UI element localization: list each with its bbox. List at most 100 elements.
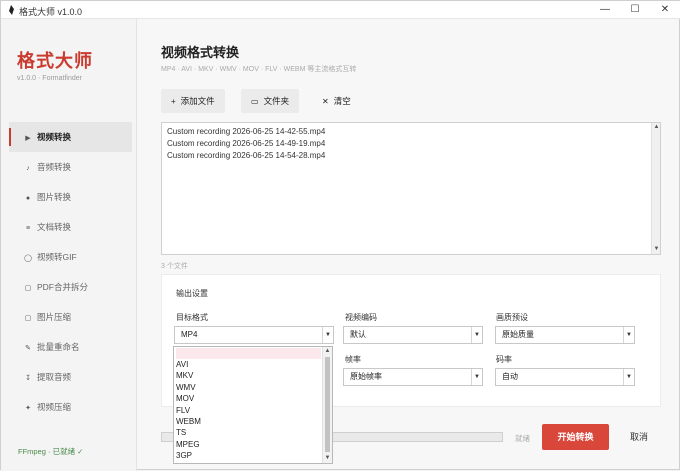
video-codec-value: 默认	[350, 330, 366, 339]
sidebar-item-label: 图片转换	[37, 192, 72, 202]
file-row[interactable]: Custom recording 2026-06-25 14-54-28.mp4	[167, 151, 325, 160]
cancel-button[interactable]: 取消	[623, 424, 655, 450]
sidebar-item[interactable]: ≡ 文档转换	[9, 212, 132, 242]
sidebar-item[interactable]: ▢ 图片压缩	[9, 302, 132, 332]
nav-icon: ●	[25, 195, 31, 202]
sidebar-item-label: 视频转换	[37, 132, 72, 142]
file-list[interactable]: Custom recording 2026-06-25 14-42-55.mp4…	[161, 122, 661, 255]
app-window: 格式大师 v1.0.0 — ☐ ✕ 格式大师 v1.0.0 · Formatfi…	[0, 0, 680, 471]
title-bar: 格式大师 v1.0.0 — ☐ ✕	[1, 1, 680, 19]
format-option[interactable]: MKV	[176, 370, 321, 381]
clear-icon: ✕	[322, 97, 329, 106]
bitrate-select[interactable]: 自动 ▼	[495, 368, 635, 386]
video-codec-label: 视频编码	[345, 313, 377, 322]
scroll-down-icon[interactable]: ▼	[652, 245, 661, 254]
sidebar-item[interactable]: ● 图片转换	[9, 182, 132, 212]
quality-preset-label: 画质预设	[496, 313, 528, 322]
target-format-dropdown[interactable]: AVI MKV WMV MOV FLV WEBM TS MPEG 3GP ▲ ▼	[173, 346, 333, 464]
folder-button[interactable]: ▭ 文件夹	[241, 89, 300, 113]
clear-button[interactable]: ✕ 清空	[312, 89, 361, 113]
nav-icon: ▶	[25, 135, 31, 142]
quality-preset-value: 原始质量	[502, 330, 534, 339]
sidebar-item[interactable]: ✎ 批量重命名	[9, 332, 132, 362]
progress-status: 就绪	[515, 434, 530, 443]
video-codec-select[interactable]: 默认 ▼	[343, 326, 483, 344]
target-format-select[interactable]: MP4 ▼	[174, 326, 334, 344]
format-option[interactable]: FLV	[176, 405, 321, 416]
folder-icon: ▭	[251, 97, 259, 106]
add-file-button[interactable]: + 添加文件	[161, 89, 225, 113]
format-option[interactable]: 3GP	[176, 450, 321, 461]
app-logo-icon	[9, 5, 14, 15]
format-option[interactable]: MOV	[176, 393, 321, 404]
sidebar-item[interactable]: ▶ 视频转换	[9, 122, 132, 152]
nav-icon: ♪	[26, 165, 30, 172]
chevron-down-icon: ▼	[322, 327, 333, 343]
target-format-label: 目标格式	[176, 313, 208, 322]
file-row[interactable]: Custom recording 2026-06-25 14-49-19.mp4	[167, 139, 325, 148]
sidebar-item-label: 图片压缩	[37, 312, 72, 322]
clear-label: 清空	[333, 96, 351, 106]
file-row[interactable]: Custom recording 2026-06-25 14-42-55.mp4	[167, 127, 325, 136]
format-option[interactable]: AVI	[176, 359, 321, 370]
scroll-up-icon[interactable]: ▲	[652, 123, 661, 132]
sidebar-item[interactable]: ◯ 视频转GIF	[9, 242, 132, 272]
quality-preset-select[interactable]: 原始质量 ▼	[495, 326, 635, 344]
page-subtitle: MP4 · AVI · MKV · WMV · MOV · FLV · WEBM…	[161, 66, 357, 73]
sidebar-item[interactable]: ✦ 视频压缩	[9, 392, 132, 422]
format-option[interactable]	[176, 348, 321, 359]
nav-icon: ≡	[25, 225, 31, 232]
nav-icon: ✦	[25, 405, 31, 412]
add-file-label: 添加文件	[180, 96, 215, 106]
dropdown-scrollbar[interactable]: ▲ ▼	[322, 347, 332, 463]
sidebar-item[interactable]: ▢ PDF合并拆分	[9, 272, 132, 302]
sidebar-item-label: 视频转GIF	[37, 252, 77, 262]
chevron-down-icon: ▼	[623, 327, 634, 343]
close-button[interactable]: ✕	[651, 2, 679, 18]
chevron-down-icon: ▼	[471, 327, 482, 343]
sidebar-item-label: PDF合并拆分	[37, 282, 89, 292]
nav-icon: ▢	[24, 285, 32, 292]
sidebar-item[interactable]: ♪ 音频转换	[9, 152, 132, 182]
sidebar: 格式大师 v1.0.0 · Formatfinder ▶ 视频转换 ♪ 音频转换 ● 图片…	[1, 19, 137, 471]
bitrate-label: 码率	[496, 355, 512, 364]
brand-logo: 格式大师	[17, 51, 93, 71]
chevron-down-icon: ▼	[623, 369, 634, 385]
sidebar-item-label: 音频转换	[37, 162, 72, 172]
nav-icon: ✎	[25, 345, 31, 352]
window-title: 格式大师 v1.0.0	[19, 7, 83, 17]
start-conversion-button[interactable]: 开始转换	[542, 424, 609, 450]
format-option[interactable]: WMV	[176, 382, 321, 393]
sidebar-item-label: 批量重命名	[37, 342, 80, 352]
frame-rate-value: 原始帧率	[350, 372, 382, 381]
version-label: v1.0.0 · Formatfinder	[17, 75, 82, 82]
frame-rate-label: 帧率	[345, 355, 361, 364]
maximize-button[interactable]: ☐	[621, 2, 649, 18]
target-format-value: MP4	[181, 330, 198, 339]
format-option[interactable]: WEBM	[176, 416, 321, 427]
ffmpeg-status: FFmpeg · 已就绪 ✓	[18, 447, 84, 456]
nav-icon: ↧	[25, 375, 31, 382]
bitrate-value: 自动	[502, 372, 518, 381]
scroll-up-icon[interactable]: ▲	[323, 347, 332, 356]
format-option[interactable]: MPEG	[176, 439, 321, 450]
nav-icon: ◯	[24, 255, 32, 262]
scrollbar-thumb[interactable]	[325, 357, 330, 452]
file-list-scrollbar[interactable]: ▲ ▼	[651, 123, 660, 254]
minimize-button[interactable]: —	[591, 2, 619, 18]
sidebar-item-label: 视频压缩	[37, 402, 72, 412]
sidebar-item-label: 文档转换	[37, 222, 72, 232]
settings-title: 输出设置	[176, 289, 208, 298]
plus-icon: +	[171, 97, 176, 106]
nav-icon: ▢	[24, 315, 32, 322]
format-option[interactable]: TS	[176, 427, 321, 438]
chevron-down-icon: ▼	[471, 369, 482, 385]
scroll-down-icon[interactable]: ▼	[323, 454, 332, 463]
page-title: 视频格式转换	[161, 45, 240, 60]
sidebar-item-label: 提取音频	[37, 372, 72, 382]
sidebar-nav: ▶ 视频转换 ♪ 音频转换 ● 图片转换 ≡ 文档转换 ◯ 视频转GIF ▢ PDF合并拆分 ▢ 图片压缩…	[9, 122, 132, 422]
frame-rate-select[interactable]: 原始帧率 ▼	[343, 368, 483, 386]
folder-label: 文件夹	[263, 96, 290, 106]
sidebar-item[interactable]: ↧ 提取音频	[9, 362, 132, 392]
file-count: 3 个文件	[161, 263, 188, 270]
